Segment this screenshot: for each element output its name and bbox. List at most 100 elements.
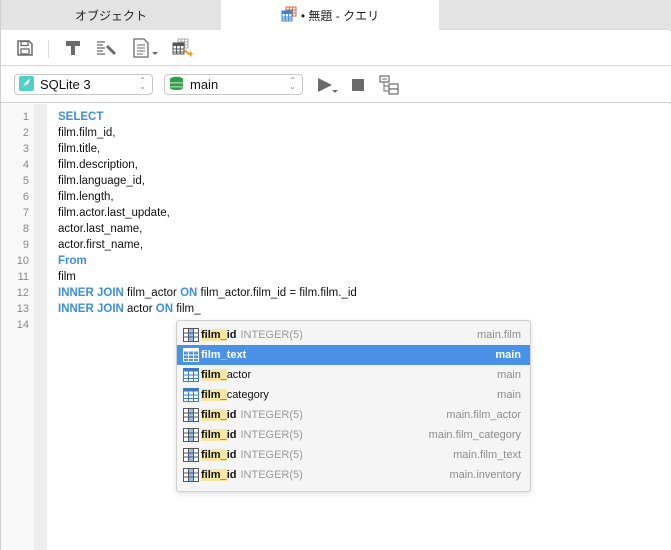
code-line[interactable]: From	[58, 253, 87, 269]
code-line[interactable]: SELECT	[58, 109, 103, 125]
item-source: main	[497, 389, 521, 401]
column-type: INTEGER(5)	[240, 469, 303, 481]
line-number: 13	[16, 303, 29, 315]
column-icon	[183, 468, 199, 482]
query-toolbar	[1, 31, 671, 66]
match-highlight: film_	[201, 389, 227, 401]
query-window: オブジェクト • 無題 - クエリ SQLite 3 ⌃ ⌄ main ⌃ ⌄ …	[0, 0, 671, 550]
match-highlight: film_	[201, 469, 227, 481]
table-icon	[183, 368, 199, 382]
item-source: main	[495, 349, 521, 361]
column-icon	[183, 428, 199, 442]
line-number: 1	[22, 111, 29, 123]
code-snippet-icon	[132, 37, 160, 61]
item-name-rest: text	[226, 349, 247, 361]
explain-button[interactable]	[378, 74, 400, 98]
save-button[interactable]	[15, 38, 35, 60]
line-number: 12	[16, 287, 29, 299]
tab-objects-label: オブジェクト	[74, 8, 147, 23]
item-source: main.inventory	[449, 469, 521, 481]
snippet-button[interactable]	[131, 37, 161, 61]
item-source: main.film	[476, 329, 521, 341]
line-number: 9	[22, 239, 29, 251]
sql-text: film.film_id,	[58, 127, 116, 139]
code-line[interactable]: film	[58, 269, 76, 285]
autocomplete-item[interactable]: film_ actor main	[177, 365, 530, 385]
query-builder-hammer-icon	[64, 39, 82, 60]
beautify-sql-icon	[96, 39, 118, 60]
database-icon	[169, 76, 184, 94]
sql-text: film.description,	[58, 159, 138, 171]
sql-keyword: INNER JOIN	[58, 303, 124, 315]
sql-keyword: From	[58, 255, 87, 267]
sql-text: film.actor.last_update,	[58, 207, 170, 219]
stop-button[interactable]	[350, 75, 366, 97]
connection-toolbar: SQLite 3 ⌃ ⌄ main ⌃ ⌄	[1, 66, 671, 103]
column-icon	[183, 328, 199, 342]
match-highlight: film_	[201, 369, 227, 381]
autocomplete-popup: film_ id INTEGER(5) main.film film_ text main f…	[176, 320, 531, 492]
table-icon	[183, 348, 199, 362]
connection-select[interactable]: SQLite 3 ⌃ ⌄	[14, 74, 153, 95]
code-line[interactable]: INNER JOIN film_actor ON film_actor.film…	[58, 285, 357, 301]
tab-objects[interactable]: オブジェクト	[1, 0, 221, 30]
query-builder-button[interactable]	[63, 38, 83, 60]
database-value: main	[190, 77, 219, 92]
export-result-button[interactable]	[171, 38, 195, 60]
autocomplete-item[interactable]: film_ id INTEGER(5) main.film_text	[177, 445, 530, 465]
database-select[interactable]: main ⌃ ⌄	[164, 74, 303, 95]
code-line[interactable]: film.description,	[58, 157, 138, 173]
autocomplete-item[interactable]: film_ id INTEGER(5) main.film	[177, 325, 530, 345]
sql-keyword: ON	[180, 287, 198, 299]
line-number: 3	[22, 143, 29, 155]
tab-query-label: • 無題 - クエリ	[300, 9, 380, 23]
line-number: 10	[16, 255, 29, 267]
column-type: INTEGER(5)	[240, 449, 303, 461]
code-line[interactable]: film.actor.last_update,	[58, 205, 170, 221]
item-source: main.film_actor	[446, 409, 521, 421]
code-line[interactable]: actor.last_name,	[58, 221, 142, 237]
connection-value: SQLite 3	[40, 77, 91, 92]
toolbar-separator	[48, 40, 49, 58]
fold-gutter	[34, 104, 47, 550]
autocomplete-item[interactable]: film_ text main	[177, 345, 530, 365]
sqlite-feather-icon	[19, 75, 34, 94]
autocomplete-item[interactable]: film_ id INTEGER(5) main.film_category	[177, 425, 530, 445]
updown-chevron-icon: ⌃ ⌄	[139, 76, 146, 91]
stop-icon	[351, 78, 365, 95]
code-line[interactable]: film.language_id,	[58, 173, 145, 189]
item-source: main.film_text	[453, 449, 521, 461]
autocomplete-item[interactable]: film_ id INTEGER(5) main.film_actor	[177, 405, 530, 425]
line-number: 8	[22, 223, 29, 235]
sql-text: actor.first_name,	[58, 239, 144, 251]
line-number: 11	[17, 271, 29, 283]
explain-icon	[378, 74, 400, 98]
item-name-rest: id	[226, 449, 237, 461]
match-highlight: film_	[201, 429, 227, 441]
save-icon	[16, 39, 34, 60]
sql-text: film_	[173, 303, 201, 315]
code-line[interactable]: INNER JOIN actor ON film_	[58, 301, 201, 317]
match-highlight: film_	[201, 349, 227, 361]
code-line[interactable]: film.length,	[58, 189, 114, 205]
run-icon	[316, 75, 340, 98]
line-number: 4	[22, 159, 29, 171]
item-name-rest: category	[226, 389, 269, 401]
item-source: main	[497, 369, 521, 381]
autocomplete-item[interactable]: film_ category main	[177, 385, 530, 405]
autocomplete-item[interactable]: film_ id INTEGER(5) main.inventory	[177, 465, 530, 485]
code-line[interactable]: actor.first_name,	[58, 237, 143, 253]
run-button[interactable]	[316, 75, 340, 97]
line-number: 2	[22, 127, 29, 139]
code-line[interactable]: film.title,	[58, 141, 100, 157]
line-number: 7	[22, 207, 29, 219]
beautify-sql-button[interactable]	[95, 38, 119, 60]
match-highlight: film_	[201, 329, 227, 341]
tab-bar: オブジェクト • 無題 - クエリ	[1, 0, 671, 31]
sql-text: film_actor.film_id = film.film._id	[197, 287, 357, 299]
sql-editor[interactable]: 1 SELECT 2 film.film_id, 3 film.title, 4 film.d…	[1, 104, 671, 550]
column-icon	[183, 448, 199, 462]
tab-untitled-query[interactable]: • 無題 - クエリ	[221, 0, 439, 31]
query-table-icon	[281, 6, 297, 25]
code-line[interactable]: film.film_id,	[58, 125, 116, 141]
